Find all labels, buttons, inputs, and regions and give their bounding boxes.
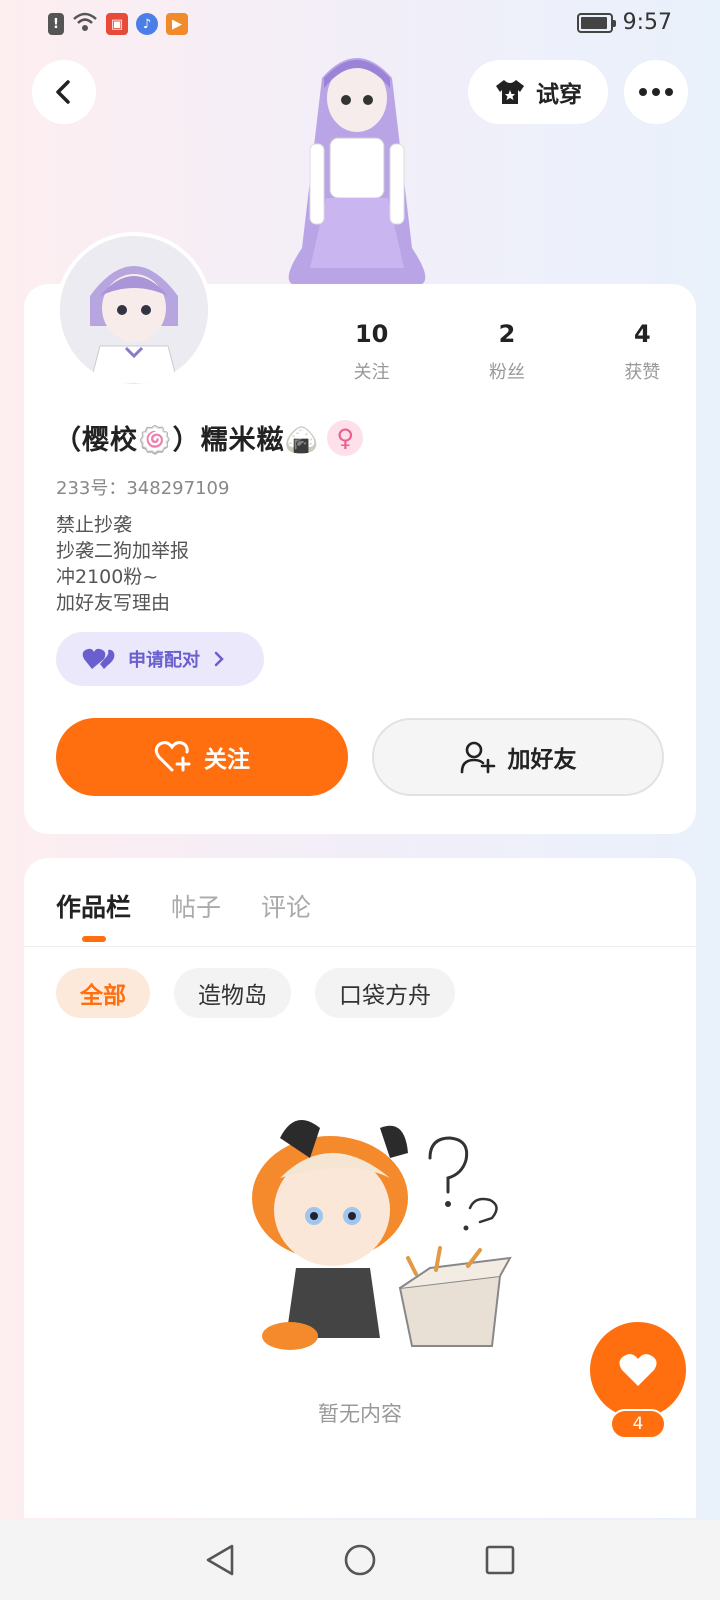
works-card: 作品栏 帖子 评论 全部 造物岛 口袋方舟 暂无内容 (24, 858, 696, 1518)
tab-comments[interactable]: 评论 (261, 888, 311, 924)
hearts-icon (82, 648, 115, 669)
add-friend-button[interactable]: 加好友 (372, 718, 664, 796)
back-button[interactable] (32, 60, 96, 124)
status-time: 9:57 (622, 10, 672, 35)
more-dots-icon (639, 88, 673, 96)
more-button[interactable] (624, 60, 688, 124)
female-icon: ♀ (327, 419, 364, 456)
video-app-icon: ▣ (106, 13, 128, 35)
chip-pocket-ark[interactable]: 口袋方舟 (315, 968, 455, 1018)
empty-state-illustration (240, 1098, 530, 1358)
stat-following-count: 10 (354, 320, 389, 348)
music-app-icon: ♪ (136, 13, 158, 35)
status-bar: ! ▣ ♪ ▶ 9:57 (0, 0, 720, 48)
bio: 禁止抄袭 抄袭二狗加举报 冲2100粉~ 加好友写理由 (56, 512, 189, 616)
stat-following-label: 关注 (353, 362, 390, 383)
bio-line: 加好友写理由 (56, 592, 171, 614)
bio-line: 抄袭二狗加举报 (56, 540, 190, 562)
empty-state-text: 暂无内容 (318, 1402, 402, 1426)
apply-pair-button[interactable]: 申请配对 (56, 632, 264, 686)
stats-row: 10 关注 2 粉丝 4 获赞 (304, 320, 710, 384)
system-nav-bar (0, 1520, 720, 1600)
like-button[interactable] (590, 1322, 686, 1418)
works-tabs: 作品栏 帖子 评论 (56, 888, 311, 942)
battery-icon (576, 12, 616, 33)
heart-plus-icon (154, 741, 191, 772)
triangle-back-icon (206, 1544, 234, 1576)
player-app-icon: ▶ (166, 13, 188, 35)
nav-home-button[interactable] (330, 1530, 390, 1590)
avatar[interactable] (56, 232, 212, 388)
nav-recents-button[interactable] (470, 1530, 530, 1590)
stat-followers-label: 粉丝 (488, 362, 525, 383)
stat-likes-count: 4 (633, 320, 651, 348)
stat-followers[interactable]: 2 粉丝 (439, 320, 574, 384)
try-on-label: 试穿 (536, 82, 582, 108)
stat-followers-count: 2 (498, 320, 516, 348)
username: （樱校🍥）糯米糍🍙 (54, 425, 320, 456)
tab-posts[interactable]: 帖子 (171, 888, 221, 924)
like-count-badge: 4 (610, 1409, 666, 1439)
wifi-icon (72, 11, 98, 37)
apply-pair-label: 申请配对 (128, 650, 200, 671)
stat-likes[interactable]: 4 获赞 (575, 320, 710, 384)
heart-icon (619, 1354, 657, 1386)
stat-following[interactable]: 10 关注 (304, 320, 439, 384)
filter-chips: 全部 造物岛 口袋方舟 (56, 968, 455, 1018)
stat-likes-label: 获赞 (624, 362, 661, 383)
follow-button[interactable]: 关注 (56, 718, 348, 796)
follow-label: 关注 (204, 747, 250, 773)
chevron-left-icon (56, 80, 70, 104)
tab-works[interactable]: 作品栏 (56, 888, 131, 942)
user-id: 233号：348297109 (56, 478, 230, 499)
try-on-button[interactable]: 试穿 (468, 60, 608, 124)
circle-home-icon (344, 1544, 376, 1576)
add-friend-label: 加好友 (507, 747, 577, 773)
avatar-character-image (262, 48, 452, 284)
tab-divider (24, 946, 696, 947)
chevron-right-icon (214, 651, 224, 667)
alert-icon: ! (48, 13, 64, 35)
square-recents-icon (485, 1545, 515, 1575)
chip-all[interactable]: 全部 (56, 968, 150, 1018)
add-user-icon (460, 741, 495, 774)
nav-back-button[interactable] (190, 1530, 250, 1590)
tshirt-icon (496, 80, 524, 104)
chip-creation-island[interactable]: 造物岛 (174, 968, 291, 1018)
bio-line: 禁止抄袭 (56, 514, 133, 536)
bio-line: 冲2100粉~ (56, 566, 159, 588)
